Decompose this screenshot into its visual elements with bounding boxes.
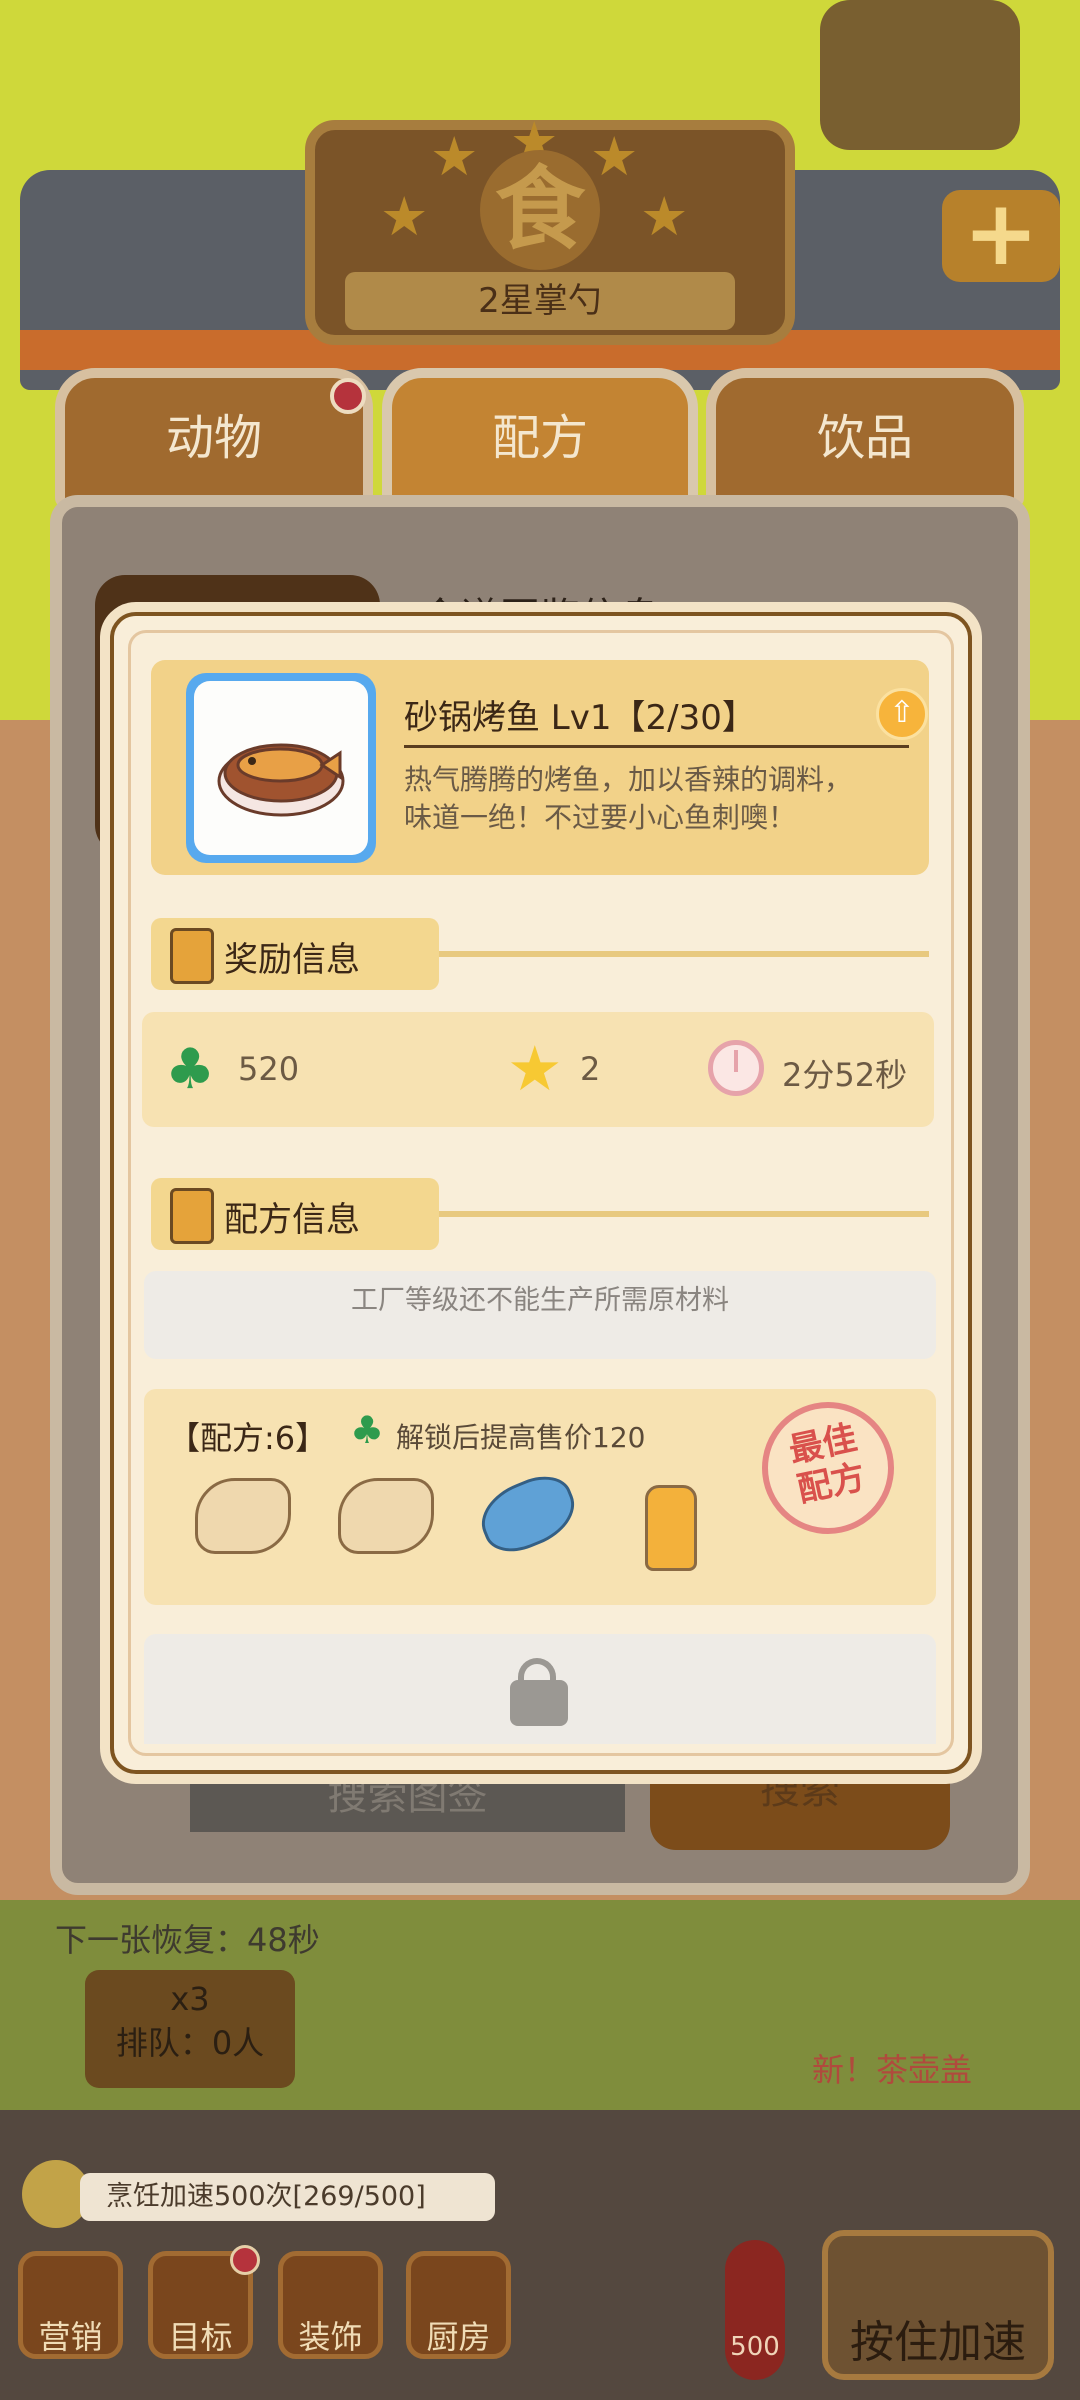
star-reward-value: 2 xyxy=(580,1050,601,1088)
decoration-button[interactable]: 装饰 xyxy=(278,2251,383,2359)
factory-level-warning: 工厂等级还不能生产所需原材料 xyxy=(351,1285,729,1316)
new-item-notice[interactable]: 新！茶壶盖 xyxy=(812,2045,972,2091)
sign-star-icon: ★ xyxy=(590,125,639,188)
recipe-section-label: 配方信息 xyxy=(224,1200,360,1240)
section-divider xyxy=(439,951,929,957)
kitchen-button[interactable]: 厨房 xyxy=(406,2251,511,2359)
cook-time-value: 2分52秒 xyxy=(782,1056,908,1094)
dish-description-line2: 味道一绝！不过要小心鱼刺噢！ xyxy=(404,801,797,834)
clipboard-icon xyxy=(170,1188,214,1244)
sign-glyph: 食 xyxy=(480,150,600,270)
hold-to-speed-button[interactable]: 按住加速 xyxy=(822,2230,1054,2380)
recover-timer: 下一张恢复：48秒 xyxy=(55,1921,320,1959)
heat-thermometer: 500 xyxy=(725,2240,785,2380)
marketing-button[interactable]: 营销 xyxy=(18,2251,123,2359)
dish-description-line1: 热气腾腾的烤鱼，加以香辣的调料， xyxy=(404,763,853,796)
tree-trunk xyxy=(820,0,1020,150)
clover-reward-value: 520 xyxy=(238,1050,300,1088)
upgrade-arrow-icon[interactable]: ⇧ xyxy=(876,688,928,740)
queue-board: x3 排队：0人 xyxy=(85,1970,295,2088)
ticket-count: x3 xyxy=(170,1980,210,2018)
clipboard-icon xyxy=(170,928,214,984)
ginger-ingredient-icon xyxy=(195,1478,291,1554)
dish-name: 砂锅烤鱼 Lv1【2/30】 xyxy=(404,698,756,738)
ginger-ingredient-icon xyxy=(338,1478,434,1554)
oil-bottle-ingredient-icon xyxy=(645,1485,697,1571)
add-button[interactable]: + xyxy=(942,189,1060,282)
recipe-unlock-bonus: 解锁后提高售价120 xyxy=(396,1421,646,1454)
section-divider xyxy=(439,1211,929,1217)
reward-section-label: 奖励信息 xyxy=(224,940,360,980)
grilled-fish-pot-icon xyxy=(217,743,345,817)
notification-dot xyxy=(330,378,366,414)
tab-drink[interactable]: 饮品 xyxy=(706,368,1024,508)
dish-image xyxy=(194,681,368,855)
dish-name-underline xyxy=(404,745,909,748)
recipe-count: 【配方:6】 xyxy=(168,1419,328,1457)
sign-star-icon: ★ xyxy=(380,185,429,248)
star-icon: ★ xyxy=(507,1032,563,1105)
lock-icon xyxy=(510,1680,568,1726)
tab-animal[interactable]: 动物 xyxy=(55,368,373,508)
cooking-speed-progress: 烹饪加速500次[269/500] xyxy=(80,2173,495,2221)
clover-icon: ♣ xyxy=(165,1037,216,1102)
clock-hand xyxy=(734,1050,738,1072)
queue-count: 排队：0人 xyxy=(115,2024,265,2062)
sign-star-icon: ★ xyxy=(430,125,479,188)
sign-star-icon: ★ xyxy=(640,185,689,248)
notification-dot xyxy=(230,2245,260,2275)
clover-icon: ♣ xyxy=(350,1408,385,1452)
chef-rank-label: 2星掌勺 xyxy=(345,272,735,330)
